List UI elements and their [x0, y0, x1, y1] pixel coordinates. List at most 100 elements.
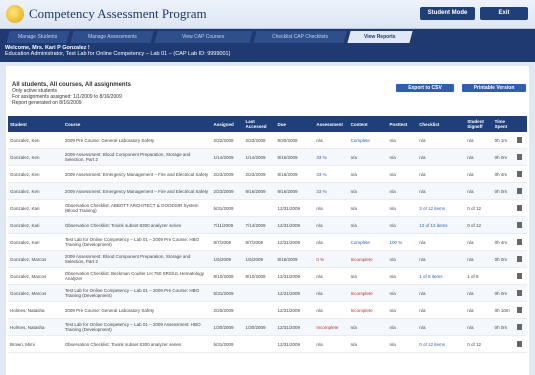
table-cell[interactable]: Incomplete — [314, 318, 349, 336]
table-cell[interactable]: Incomplete — [348, 301, 388, 319]
report-panel: All students, All courses, All assignmen… — [6, 66, 529, 375]
table-row: Holmes, Natasha 2009 Pre Course: General … — [8, 301, 527, 319]
table-cell: 0 of 12 — [465, 216, 493, 234]
table-cell[interactable]: n/a — [348, 165, 388, 183]
table-cell: 8/10/2009 — [211, 267, 244, 285]
table-cell: 12/31/2009 — [275, 267, 315, 285]
column-header[interactable]: Assessment — [314, 116, 349, 132]
tab-manage-students[interactable]: Manage Students — [6, 31, 70, 43]
table-cell: Gonzalez, Ken — [8, 148, 63, 166]
column-header[interactable]: Checklist — [417, 116, 466, 132]
table-row: Gonzalez, Kari Observation Checklist: ABB… — [8, 199, 527, 217]
table-cell: Brown, Mimi — [8, 335, 63, 353]
print-row-icon[interactable] — [515, 284, 527, 302]
table-cell: 2009 Assessment: Emergency Management – … — [62, 182, 212, 200]
print-row-icon[interactable] — [515, 301, 527, 319]
table-cell: 12/31/2009 — [275, 216, 315, 234]
column-header[interactable] — [515, 116, 527, 132]
table-cell[interactable]: 33 % — [314, 165, 349, 183]
welcome-banner: Welcome, Mrs. Kari P Gonzalez ! Educatio… — [0, 43, 535, 62]
print-row-icon[interactable] — [515, 250, 527, 268]
print-row-icon[interactable] — [515, 318, 527, 336]
table-cell[interactable]: n/a — [314, 199, 349, 217]
printer-icon — [517, 289, 523, 296]
table-cell — [243, 301, 276, 319]
table-cell[interactable]: Complete — [348, 233, 388, 251]
tab-view-reports[interactable]: View Reports — [347, 31, 413, 43]
table-cell: Gonzalez, Marcos — [8, 267, 63, 285]
table-cell: n/a — [387, 267, 418, 285]
table-cell[interactable]: n/a — [314, 335, 349, 353]
table-cell[interactable]: n/a — [348, 267, 388, 285]
table-cell: n/a — [417, 250, 466, 268]
column-header[interactable]: Student — [8, 116, 63, 132]
table-cell[interactable]: n/a — [348, 199, 388, 217]
export-csv-button[interactable]: Export to CSV — [396, 84, 454, 92]
table-cell[interactable]: 33 % — [314, 182, 349, 200]
cap-logo-icon — [6, 5, 24, 23]
table-cell[interactable]: n/a — [314, 301, 349, 319]
print-row-icon[interactable] — [515, 267, 527, 285]
table-cell: n/a — [465, 250, 493, 268]
table-cell[interactable]: 33 % — [314, 148, 349, 166]
print-row-icon[interactable] — [515, 216, 527, 234]
table-cell[interactable]: n/a — [348, 335, 388, 353]
tab-manage-assessments[interactable]: Manage Assessments — [70, 31, 154, 43]
table-cell: n/a — [387, 216, 418, 234]
tab-checklists[interactable]: Checklist CAP Checklists — [253, 31, 347, 43]
table-cell[interactable]: Incomplete — [348, 284, 388, 302]
table-cell[interactable]: n/a — [314, 233, 349, 251]
table-cell[interactable]: 0 % — [314, 250, 349, 268]
printer-icon — [517, 153, 523, 160]
column-header[interactable]: Content — [348, 116, 388, 132]
table-cell[interactable]: n/a — [348, 318, 388, 336]
table-cell: 0h 0m — [492, 284, 516, 302]
table-cell[interactable]: n/a — [314, 132, 349, 149]
table-cell[interactable]: n/a — [348, 182, 388, 200]
table-cell[interactable]: n/a — [348, 148, 388, 166]
table-cell: n/a — [387, 318, 418, 336]
tab-view-cap-courses[interactable]: View CAP Courses — [154, 31, 253, 43]
print-row-icon[interactable] — [515, 132, 527, 149]
table-cell[interactable]: n/a — [348, 216, 388, 234]
table-cell[interactable]: Complete — [348, 132, 388, 149]
table-cell — [243, 284, 276, 302]
printable-version-button[interactable]: Printable Version — [462, 84, 526, 92]
column-header[interactable]: Student Signoff — [465, 116, 493, 132]
report-table: Student Course Assigned Last Accessed Due Ass… — [8, 116, 527, 353]
table-cell: n/a — [465, 233, 493, 251]
print-row-icon[interactable] — [515, 199, 527, 217]
print-row-icon[interactable] — [515, 233, 527, 251]
table-cell: 0h 0m — [492, 318, 516, 336]
printer-icon — [517, 323, 523, 330]
column-header[interactable]: Due — [275, 116, 315, 132]
table-cell[interactable]: Incomplete — [348, 250, 388, 268]
column-header[interactable]: Last Accessed — [243, 116, 276, 132]
print-row-icon[interactable] — [515, 148, 527, 166]
lab-info-line: Education Administrator, Test Lab for On… — [5, 51, 231, 57]
table-cell: 1 of 8 items — [417, 267, 466, 285]
table-cell: n/a — [387, 199, 418, 217]
table-row: Gonzalez, Marcos Observation Checklist: B… — [8, 267, 527, 285]
table-cell: 8/7/2009 — [211, 233, 244, 251]
exit-button[interactable]: Exit — [480, 7, 528, 20]
print-row-icon[interactable] — [515, 182, 527, 200]
table-body: Gonzalez, Ken 2009 Pre Course: General La… — [8, 132, 527, 353]
print-row-icon[interactable] — [515, 165, 527, 183]
report-filters: All students, All courses, All assignmen… — [12, 82, 131, 106]
column-header[interactable]: Time Spent — [492, 116, 516, 132]
table-cell — [243, 335, 276, 353]
column-header[interactable]: Assigned — [211, 116, 244, 132]
table-cell: n/a — [417, 165, 466, 183]
table-cell[interactable]: n/a — [314, 267, 349, 285]
table-header-row: Student Course Assigned Last Accessed Due Ass… — [8, 116, 527, 132]
table-cell[interactable]: n/a — [314, 284, 349, 302]
column-header[interactable]: Course — [62, 116, 212, 132]
table-cell: n/a — [417, 284, 466, 302]
student-mode-button[interactable]: Student Mode — [420, 7, 475, 20]
table-cell[interactable]: n/a — [314, 216, 349, 234]
print-row-icon[interactable] — [515, 335, 527, 353]
column-header[interactable]: Posttest — [387, 116, 418, 132]
table-cell: 8/16/2009 — [275, 148, 315, 166]
table-cell: Observation Checklist: Beckman Coulter L… — [62, 267, 212, 285]
